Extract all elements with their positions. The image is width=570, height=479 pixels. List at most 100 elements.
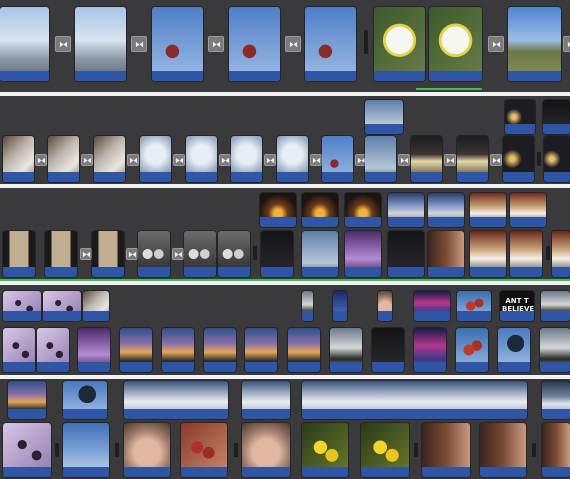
trim-handle-icon[interactable] — [414, 443, 418, 457]
clip-thumbnail[interactable] — [37, 328, 69, 372]
clip-thumbnail[interactable] — [470, 193, 506, 227]
cross-dissolve-icon[interactable] — [126, 248, 138, 260]
clip-thumbnail[interactable] — [345, 231, 381, 277]
clip-thumbnail[interactable] — [184, 231, 216, 277]
clip-thumbnail[interactable] — [162, 328, 194, 372]
clip-thumbnail[interactable] — [543, 100, 570, 134]
clip-thumbnail[interactable] — [45, 231, 77, 277]
clip-thumbnail[interactable] — [140, 136, 171, 182]
clip-thumbnail[interactable] — [63, 423, 109, 477]
clip-thumbnail[interactable] — [365, 100, 403, 134]
cross-dissolve-icon[interactable] — [131, 36, 147, 52]
trim-handle-icon[interactable] — [364, 30, 368, 54]
clip-thumbnail[interactable] — [422, 423, 470, 477]
cross-dissolve-icon[interactable] — [310, 154, 322, 166]
trim-handle-icon[interactable] — [532, 443, 536, 457]
clip-thumbnail[interactable] — [124, 381, 228, 419]
clip-thumbnail[interactable] — [330, 328, 362, 372]
clip-thumbnail[interactable] — [428, 231, 464, 277]
clip-thumbnail[interactable] — [322, 136, 353, 182]
clip-thumbnail[interactable] — [242, 423, 290, 477]
clip-thumbnail[interactable] — [542, 381, 570, 419]
clip-thumbnail[interactable] — [361, 423, 409, 477]
clip-thumbnail[interactable] — [3, 328, 35, 372]
clip-thumbnail[interactable] — [231, 136, 262, 182]
clip-thumbnail[interactable] — [302, 423, 348, 477]
trim-handle-icon[interactable] — [55, 443, 59, 457]
clip-thumbnail[interactable] — [277, 136, 308, 182]
clip-thumbnail[interactable] — [229, 7, 280, 81]
clip-thumbnail[interactable] — [120, 328, 152, 372]
clip-thumbnail[interactable] — [8, 381, 46, 419]
clip-thumbnail[interactable] — [541, 291, 570, 321]
clip-thumbnail[interactable] — [204, 328, 236, 372]
clip-thumbnail[interactable] — [242, 381, 290, 419]
cross-dissolve-icon[interactable] — [285, 36, 301, 52]
clip-thumbnail[interactable] — [152, 7, 203, 81]
clip-thumbnail[interactable] — [218, 231, 250, 277]
clip-thumbnail[interactable] — [510, 231, 542, 277]
clip-thumbnail[interactable] — [92, 231, 124, 277]
cross-dissolve-icon[interactable] — [173, 154, 185, 166]
clip-thumbnail[interactable] — [302, 381, 527, 419]
clip-thumbnail[interactable] — [552, 231, 570, 277]
clip-thumbnail[interactable] — [457, 136, 488, 182]
clip-thumbnail[interactable] — [261, 231, 293, 277]
cross-dissolve-icon[interactable] — [398, 154, 410, 166]
clip-thumbnail[interactable] — [245, 328, 277, 372]
trim-handle-icon[interactable] — [234, 443, 238, 457]
trim-handle-icon[interactable] — [546, 246, 550, 260]
cross-dissolve-icon[interactable] — [490, 154, 502, 166]
clip-thumbnail[interactable] — [3, 423, 51, 477]
clip-thumbnail[interactable] — [544, 136, 570, 182]
clip-thumbnail[interactable] — [388, 193, 424, 227]
clip-thumbnail[interactable] — [411, 136, 442, 182]
clip-thumbnail[interactable] — [43, 291, 81, 321]
clip-thumbnail[interactable] — [428, 193, 464, 227]
clip-thumbnail[interactable] — [181, 423, 227, 477]
clip-thumbnail[interactable] — [372, 328, 404, 372]
clip-thumbnail[interactable] — [124, 423, 170, 477]
clip-thumbnail[interactable] — [3, 231, 35, 277]
clip-thumbnail[interactable] — [305, 7, 356, 81]
cross-dissolve-icon[interactable] — [208, 36, 224, 52]
trim-handle-icon[interactable] — [115, 443, 119, 457]
clip-thumbnail[interactable] — [75, 7, 126, 81]
clip-thumbnail[interactable] — [3, 136, 34, 182]
clip-thumbnail[interactable] — [388, 231, 424, 277]
cross-dissolve-icon[interactable] — [488, 36, 504, 52]
cross-dissolve-icon[interactable] — [81, 154, 93, 166]
clip-thumbnail[interactable]: ANT T BELIEVE — [500, 291, 534, 321]
clip-thumbnail[interactable] — [333, 291, 347, 321]
clip-thumbnail[interactable] — [540, 328, 570, 372]
cross-dissolve-icon[interactable] — [127, 154, 139, 166]
clip-thumbnail[interactable] — [498, 328, 530, 372]
clip-thumbnail[interactable] — [378, 291, 392, 321]
clip-thumbnail[interactable] — [374, 7, 425, 81]
clip-thumbnail[interactable] — [0, 7, 49, 81]
clip-thumbnail[interactable] — [302, 193, 338, 227]
trim-handle-icon[interactable] — [253, 246, 257, 260]
clip-thumbnail[interactable] — [83, 291, 109, 321]
clip-thumbnail[interactable] — [288, 328, 320, 372]
clip-thumbnail[interactable] — [480, 423, 526, 477]
clip-thumbnail[interactable] — [470, 231, 506, 277]
cross-dissolve-icon[interactable] — [264, 154, 276, 166]
cross-dissolve-icon[interactable] — [35, 154, 47, 166]
clip-thumbnail[interactable] — [510, 193, 546, 227]
clip-thumbnail[interactable] — [260, 193, 296, 227]
cross-dissolve-icon[interactable] — [55, 36, 71, 52]
clip-thumbnail[interactable] — [345, 193, 381, 227]
clip-thumbnail[interactable] — [542, 423, 570, 477]
cross-dissolve-icon[interactable] — [172, 248, 184, 260]
clip-thumbnail[interactable] — [302, 291, 313, 321]
clip-thumbnail[interactable] — [365, 136, 396, 182]
clip-thumbnail[interactable] — [186, 136, 217, 182]
clip-thumbnail[interactable] — [508, 7, 561, 81]
clip-thumbnail[interactable] — [429, 7, 482, 81]
trim-handle-icon[interactable] — [537, 152, 541, 166]
clip-thumbnail[interactable] — [94, 136, 125, 182]
cross-dissolve-icon[interactable] — [219, 154, 231, 166]
clip-thumbnail[interactable] — [3, 291, 41, 321]
clip-thumbnail[interactable] — [414, 291, 450, 321]
